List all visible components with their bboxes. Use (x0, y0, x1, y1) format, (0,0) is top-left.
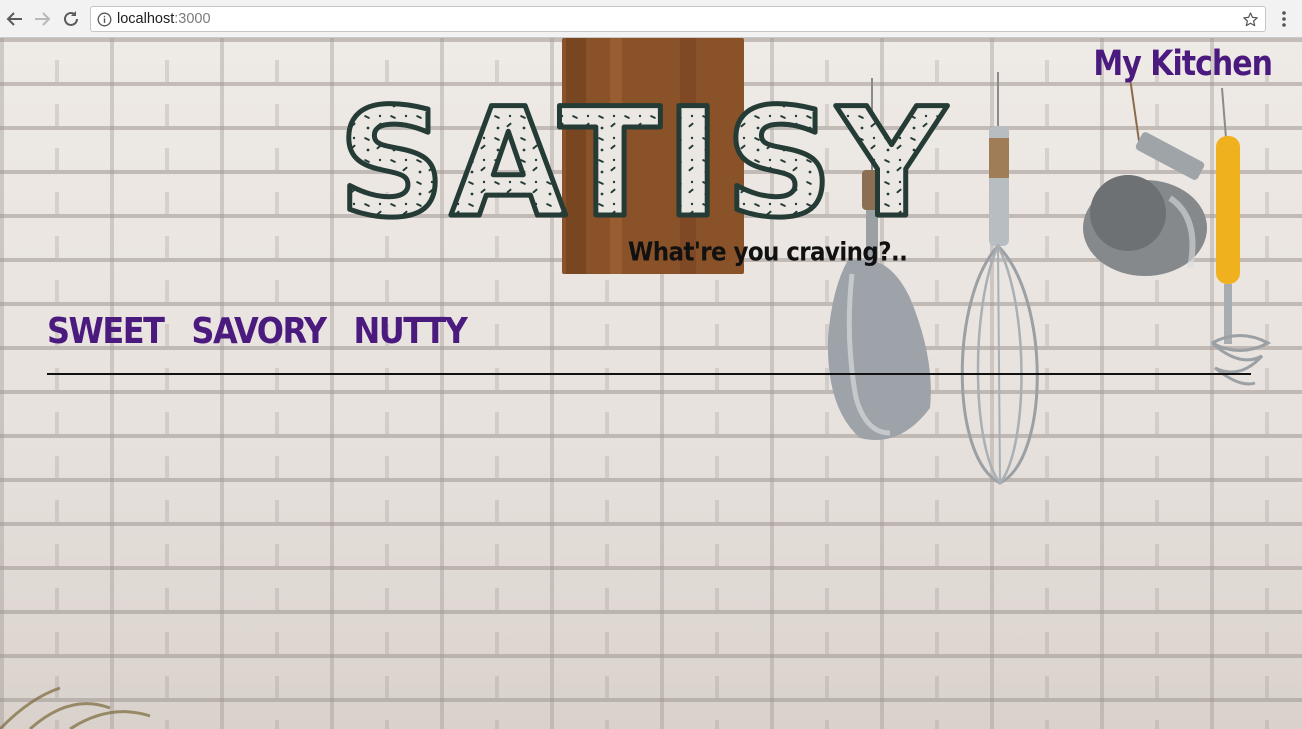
browser-toolbar: localhost:3000 (0, 0, 1302, 38)
star-icon[interactable] (1242, 11, 1259, 28)
menu-dots-icon[interactable] (1276, 9, 1292, 29)
address-bar[interactable]: localhost:3000 (90, 6, 1266, 32)
my-kitchen-link[interactable]: My Kitchen (1093, 44, 1273, 84)
url-text[interactable]: localhost:3000 (117, 11, 211, 27)
satisy-logo: SATISY (334, 75, 954, 254)
divider (47, 373, 1251, 375)
logo-text: SATISY (338, 90, 950, 230)
back-arrow-icon[interactable] (4, 8, 26, 30)
info-icon[interactable] (97, 12, 112, 27)
category-nutty[interactable]: NUTTY (354, 310, 468, 352)
reload-icon[interactable] (60, 8, 82, 30)
url-host: localhost (117, 11, 175, 27)
category-savory[interactable]: SAVORY (191, 310, 327, 352)
category-nav: SWEET SAVORY NUTTY (47, 310, 468, 352)
url-port: :3000 (174, 11, 211, 27)
page-background: My Kitchen SATISY What're you craving?..… (0, 38, 1302, 729)
tagline: What're you craving?.. (628, 238, 908, 268)
forward-arrow-icon[interactable] (31, 8, 53, 30)
category-sweet[interactable]: SWEET (47, 310, 165, 352)
